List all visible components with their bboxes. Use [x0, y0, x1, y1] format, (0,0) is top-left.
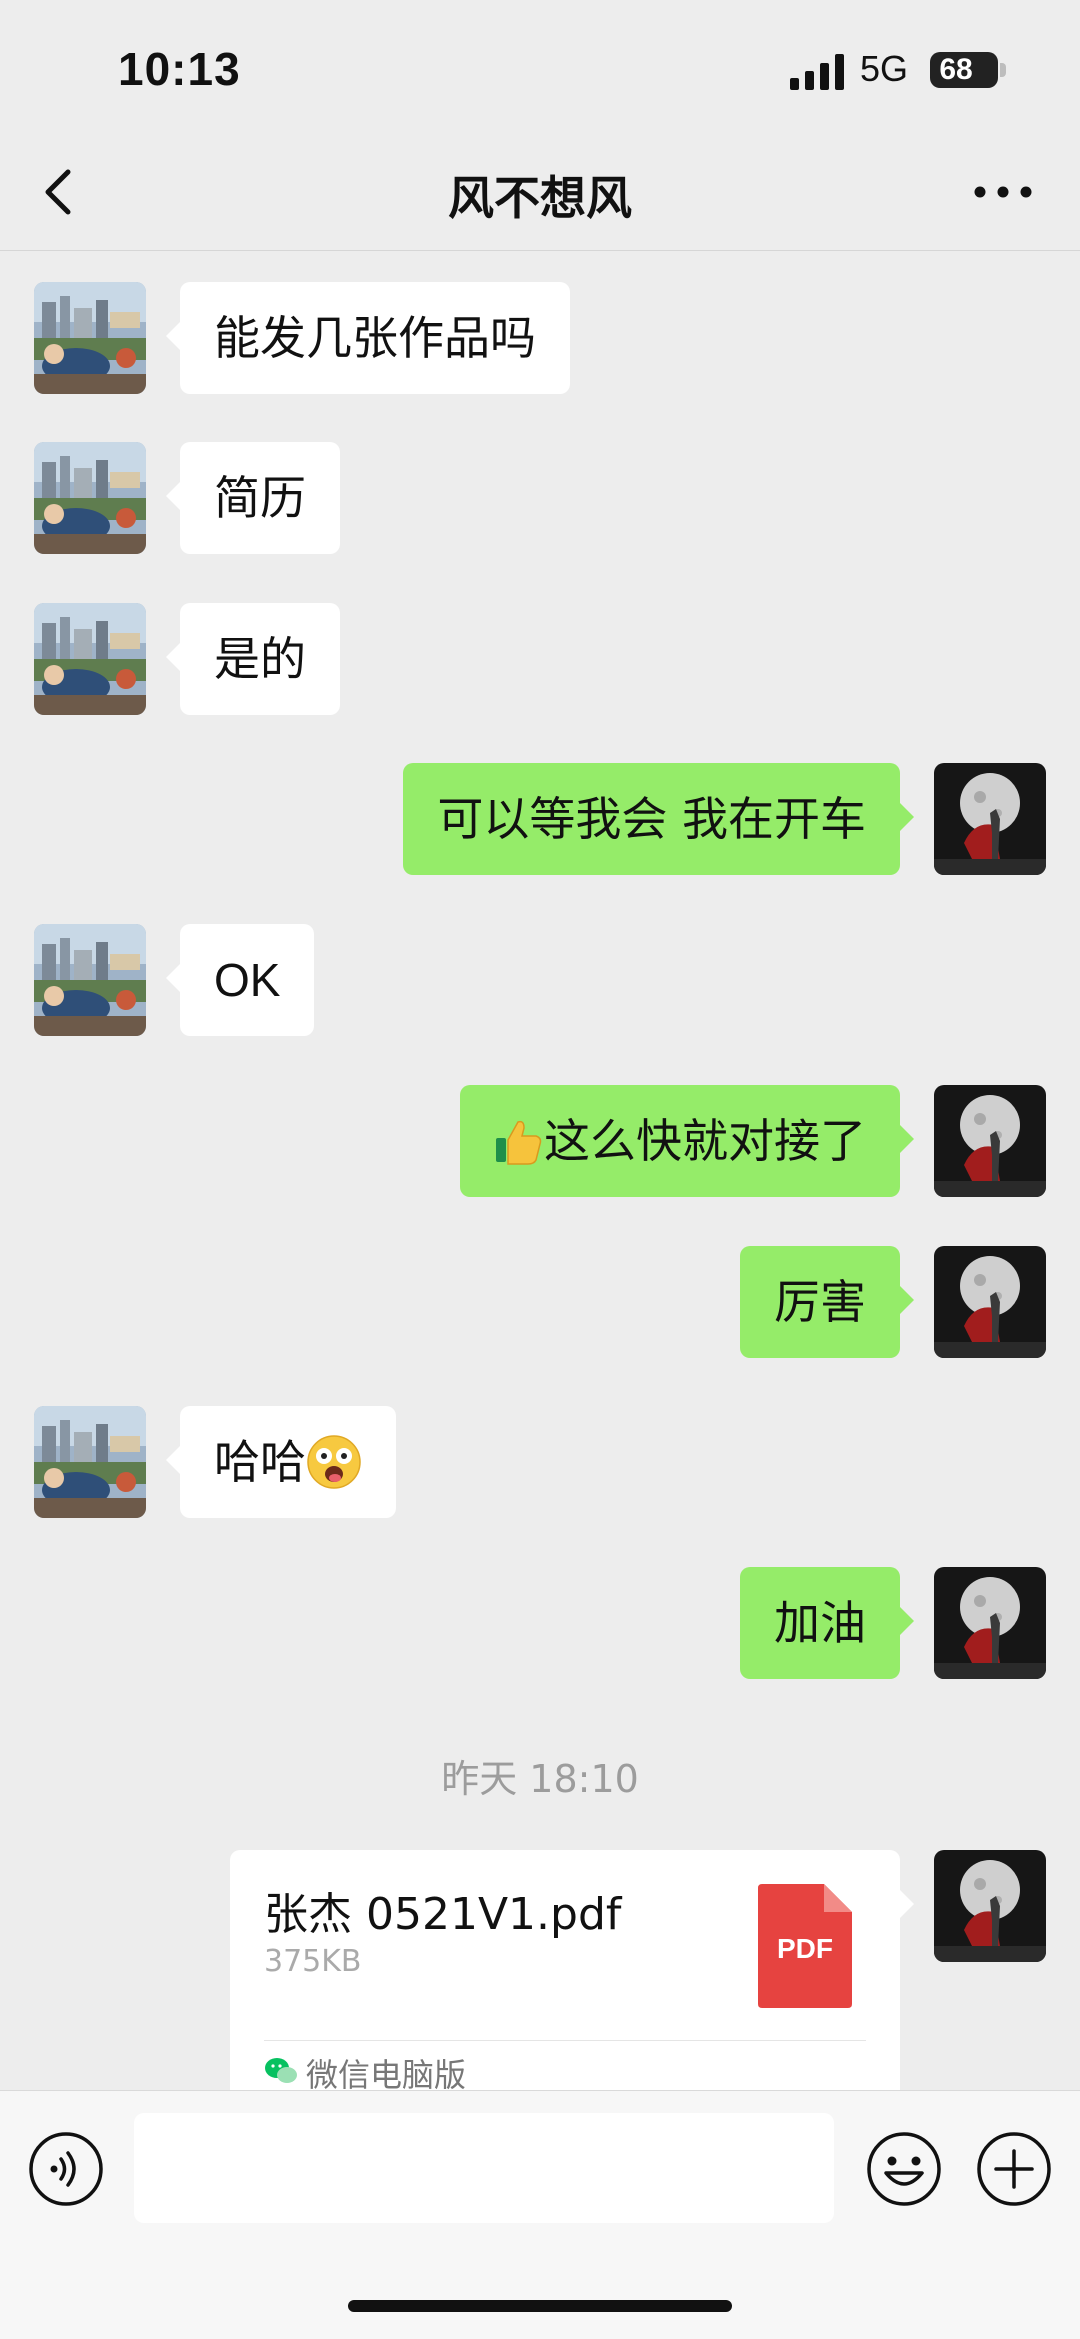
thumbs-up-icon: [496, 1120, 542, 1165]
file-bubble-tail: [900, 1890, 914, 1918]
message-bubble-incoming[interactable]: 是的: [166, 603, 340, 715]
contact-avatar[interactable]: [34, 1406, 146, 1518]
message-bubble-outgoing[interactable]: 这么快就对接了: [460, 1085, 914, 1197]
message-text: 哈哈: [214, 1435, 306, 1489]
timestamp: 昨天 18:10: [441, 1757, 639, 1801]
my-avatar[interactable]: [934, 1085, 1046, 1197]
message-bubble-incoming[interactable]: 简历: [166, 442, 340, 554]
message-bubble-outgoing[interactable]: 厉害: [740, 1246, 914, 1358]
my-avatar[interactable]: [934, 1246, 1046, 1358]
wechat-icon: [265, 2058, 297, 2083]
message-bubble-incoming[interactable]: OK: [165, 924, 315, 1036]
file-name: 张杰 0521V1.pdf: [264, 1889, 622, 1940]
file-message-card[interactable]: 张杰 0521V1.pdf 375KB PDF 微信电脑版: [230, 1850, 900, 2100]
message-bubble-outgoing[interactable]: 可以等我会 我在开车: [403, 763, 914, 875]
contact-avatar[interactable]: [34, 924, 146, 1036]
contact-avatar[interactable]: [34, 442, 146, 554]
my-avatar[interactable]: [934, 1850, 1046, 1962]
file-divider: [264, 2040, 866, 2041]
message-text: 这么快就对接了: [544, 1114, 866, 1168]
emoji-icon[interactable]: [866, 2131, 942, 2207]
more-icon[interactable]: [968, 162, 1038, 222]
battery-tip: [1000, 63, 1006, 77]
chat-header: 风不想风: [0, 140, 1080, 251]
contact-avatar[interactable]: [34, 603, 146, 715]
message-bubble-incoming[interactable]: 能发几张作品吗: [166, 282, 570, 394]
pdf-file-icon: PDF: [758, 1884, 852, 2008]
contact-avatar[interactable]: [34, 282, 146, 394]
message-bubble-outgoing[interactable]: 加油: [740, 1567, 914, 1679]
status-time: 10:13: [118, 43, 241, 95]
network-type: 5G: [860, 48, 909, 89]
my-avatar[interactable]: [934, 763, 1046, 875]
file-size: 375KB: [264, 1944, 362, 1979]
plus-icon[interactable]: [976, 2131, 1052, 2207]
home-indicator[interactable]: [348, 2300, 732, 2312]
my-avatar[interactable]: [934, 1567, 1046, 1679]
pdf-label: PDF: [777, 1933, 833, 1964]
back-icon[interactable]: [30, 162, 90, 222]
dizzy-face-emoji-icon: [307, 1434, 361, 1489]
message-input[interactable]: [134, 2113, 834, 2223]
battery-level: 68: [939, 53, 973, 86]
signal-icon: [790, 54, 844, 90]
status-bar: 10:13 5G 68: [0, 0, 1080, 140]
battery-icon: 68: [930, 52, 998, 88]
message-bubble-incoming[interactable]: 哈哈: [166, 1406, 396, 1518]
voice-input-icon[interactable]: [28, 2131, 104, 2207]
chat-title: 风不想风: [448, 171, 632, 225]
